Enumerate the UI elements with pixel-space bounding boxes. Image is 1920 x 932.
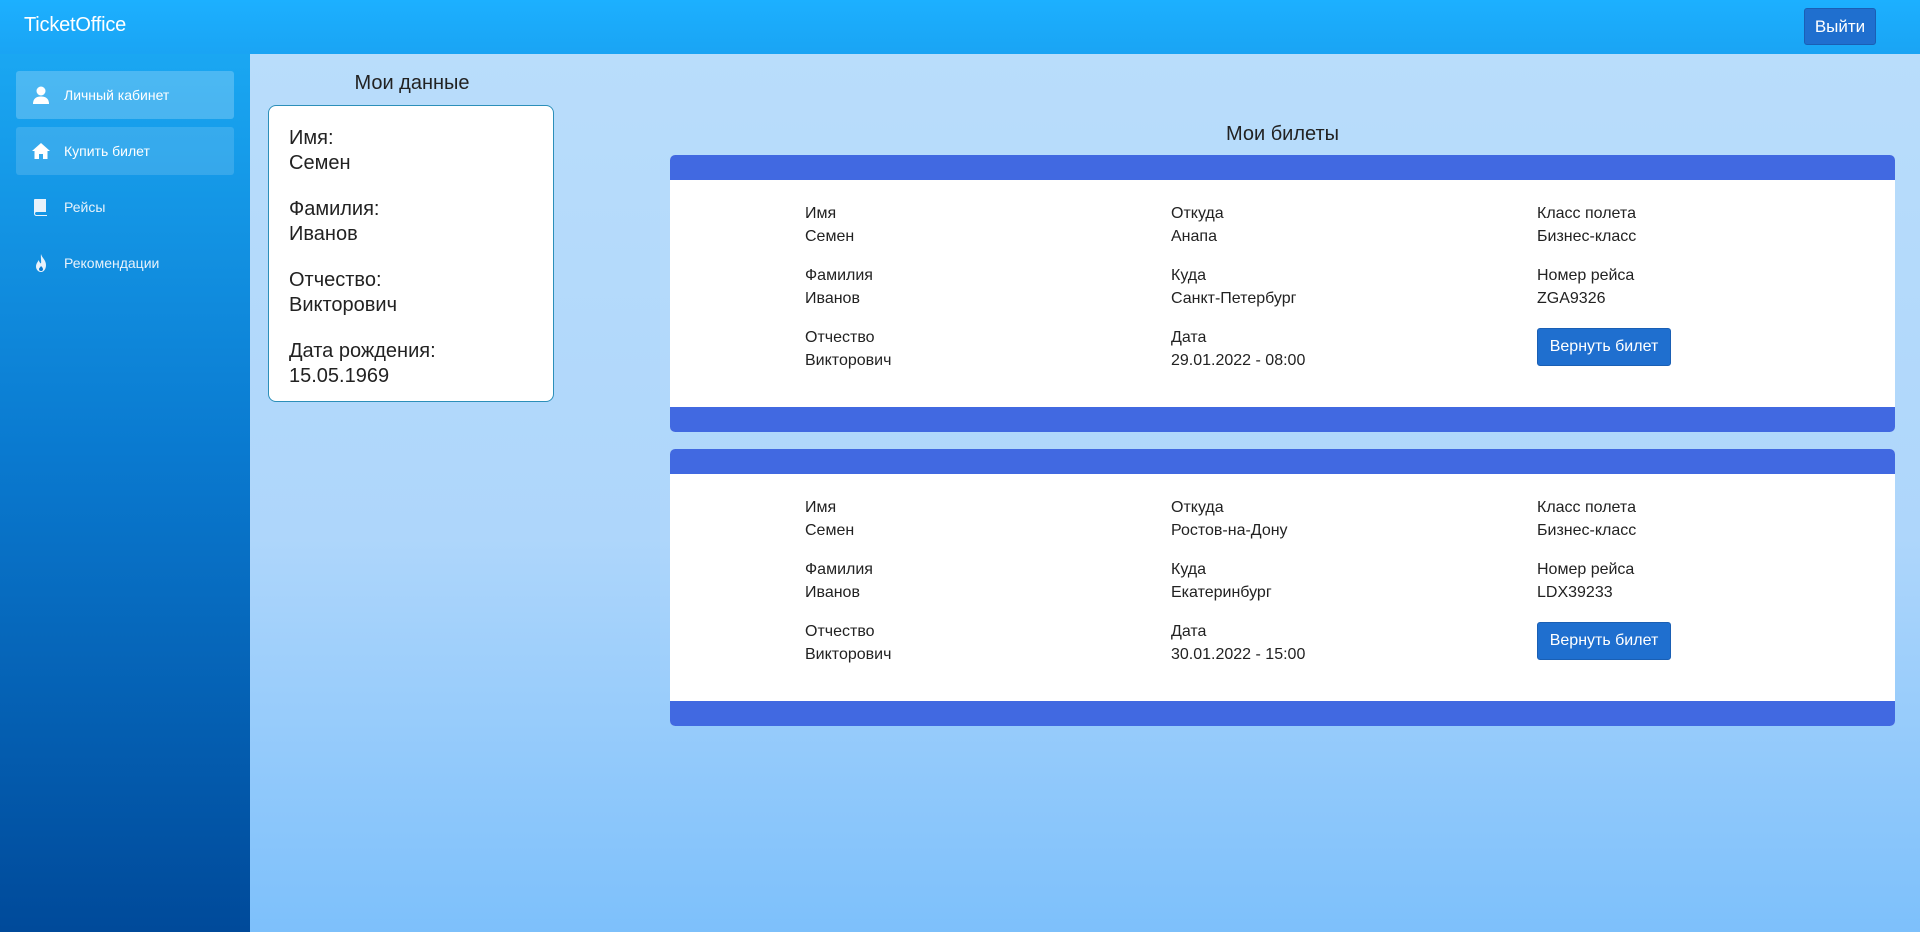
field-value: Екатеринбург: [1171, 584, 1272, 601]
field-label: Дата рождения:: [289, 340, 436, 362]
return-ticket-button[interactable]: Вернуть билет: [1537, 622, 1671, 660]
ticket-field-date: Дата 29.01.2022 - 08:00: [1171, 326, 1305, 388]
field-label: Дата: [1171, 329, 1207, 346]
ticket-header-band: [670, 449, 1895, 474]
ticket-route-column: Откуда Ростов-на-Дону Куда Екатеринбург …: [1171, 496, 1305, 682]
ticket-card: Имя Семен Фамилия Иванов Отчество Виктор…: [670, 155, 1895, 432]
main-content: Мои данные Имя: Семен Фамилия: Иванов От…: [250, 54, 1920, 932]
sidebar-item-profile[interactable]: Личный кабинет: [16, 71, 234, 119]
ticket-field-patronymic: Отчество Викторович: [805, 620, 891, 682]
book-icon: [34, 199, 47, 216]
field-label: Отчество: [805, 623, 875, 640]
field-value: Бизнес-класс: [1537, 522, 1637, 539]
ticket-field-first-name: Имя Семен: [805, 496, 891, 558]
field-label: Класс полета: [1537, 499, 1636, 516]
sidebar-item-label: Рейсы: [64, 199, 106, 215]
profile-field-birth-date: Дата рождения: 15.05.1969: [289, 339, 533, 389]
user-icon: [33, 86, 49, 104]
profile-field-last-name: Фамилия: Иванов: [289, 197, 533, 247]
field-value: Санкт-Петербург: [1171, 290, 1297, 307]
return-ticket-button[interactable]: Вернуть билет: [1537, 328, 1671, 366]
profile-card: Имя: Семен Фамилия: Иванов Отчество: Вик…: [268, 105, 554, 402]
field-label: Куда: [1171, 561, 1207, 578]
ticket-field-flight-number: Номер рейса LDX39233: [1537, 558, 1671, 620]
field-value: Бизнес-класс: [1537, 228, 1637, 245]
ticket-field-first-name: Имя Семен: [805, 202, 891, 264]
ticket-route-column: Откуда Анапа Куда Санкт-Петербург Дата 2…: [1171, 202, 1305, 388]
field-value: 15.05.1969: [289, 365, 390, 387]
field-value: Анапа: [1171, 228, 1217, 245]
field-label: Номер рейса: [1537, 561, 1635, 578]
field-value: Викторович: [289, 294, 398, 316]
field-label: Имя: [805, 205, 837, 222]
profile-field-patronymic: Отчество: Викторович: [289, 268, 533, 318]
ticket-field-patronymic: Отчество Викторович: [805, 326, 891, 388]
field-label: Фамилия: [805, 267, 873, 284]
ticket-flight-column: Класс полета Бизнес-класс Номер рейса LD…: [1537, 496, 1671, 660]
ticket-field-last-name: Фамилия Иванов: [805, 558, 891, 620]
field-value: Иванов: [805, 290, 860, 307]
field-value: Семен: [805, 228, 855, 245]
ticket-header-band: [670, 155, 1895, 180]
sidebar: Личный кабинет Купить билет Рейсы Рекоме…: [0, 54, 250, 932]
field-value: Викторович: [805, 352, 892, 369]
ticket-footer-band: [670, 701, 1895, 726]
fire-icon: [36, 254, 46, 272]
field-value: Иванов: [289, 223, 358, 245]
app-brand[interactable]: TicketOffice: [24, 14, 126, 37]
ticket-passenger-column: Имя Семен Фамилия Иванов Отчество Виктор…: [805, 496, 891, 682]
profile-field-first-name: Имя: Семен: [289, 126, 533, 176]
ticket-flight-column: Класс полета Бизнес-класс Номер рейса ZG…: [1537, 202, 1671, 366]
field-value: Иванов: [805, 584, 860, 601]
sidebar-item-label: Личный кабинет: [64, 87, 170, 103]
ticket-field-class: Класс полета Бизнес-класс: [1537, 496, 1671, 558]
field-value: Семен: [289, 152, 351, 174]
ticket-field-to: Куда Санкт-Петербург: [1171, 264, 1305, 326]
field-label: Фамилия:: [289, 198, 380, 220]
field-value: ZGA9326: [1537, 290, 1606, 307]
ticket-card: Имя Семен Фамилия Иванов Отчество Виктор…: [670, 449, 1895, 726]
ticket-field-class: Класс полета Бизнес-класс: [1537, 202, 1671, 264]
ticket-field-last-name: Фамилия Иванов: [805, 264, 891, 326]
field-label: Откуда: [1171, 499, 1224, 516]
ticket-field-from: Откуда Ростов-на-Дону: [1171, 496, 1305, 558]
ticket-footer-band: [670, 407, 1895, 432]
field-value: 30.01.2022 - 15:00: [1171, 646, 1306, 663]
tickets-section-title: Мои билеты: [1225, 123, 1340, 145]
sidebar-item-label: Купить билет: [64, 143, 150, 159]
profile-section-title: Мои данные: [354, 72, 470, 94]
field-label: Отчество:: [289, 269, 382, 291]
field-label: Дата: [1171, 623, 1207, 640]
logout-button[interactable]: Выйти: [1804, 8, 1876, 45]
ticket-field-flight-number: Номер рейса ZGA9326: [1537, 264, 1671, 326]
sidebar-item-recommendations[interactable]: Рекомендации: [16, 239, 234, 287]
sidebar-item-flights[interactable]: Рейсы: [16, 183, 234, 231]
field-value: Викторович: [805, 646, 892, 663]
field-label: Куда: [1171, 267, 1207, 284]
field-value: Семен: [805, 522, 855, 539]
field-label: Имя:: [289, 127, 334, 149]
field-label: Фамилия: [805, 561, 873, 578]
top-bar: TicketOffice Выйти: [0, 0, 1920, 54]
field-value: LDX39233: [1537, 584, 1613, 601]
field-label: Номер рейса: [1537, 267, 1635, 284]
field-label: Откуда: [1171, 205, 1224, 222]
field-value: 29.01.2022 - 08:00: [1171, 352, 1306, 369]
sidebar-item-buy-ticket[interactable]: Купить билет: [16, 127, 234, 175]
field-label: Класс полета: [1537, 205, 1636, 222]
home-icon: [32, 143, 50, 159]
ticket-field-from: Откуда Анапа: [1171, 202, 1305, 264]
field-label: Отчество: [805, 329, 875, 346]
ticket-field-date: Дата 30.01.2022 - 15:00: [1171, 620, 1305, 682]
ticket-field-to: Куда Екатеринбург: [1171, 558, 1305, 620]
sidebar-item-label: Рекомендации: [64, 255, 160, 271]
field-value: Ростов-на-Дону: [1171, 522, 1288, 539]
field-label: Имя: [805, 499, 837, 516]
ticket-passenger-column: Имя Семен Фамилия Иванов Отчество Виктор…: [805, 202, 891, 388]
